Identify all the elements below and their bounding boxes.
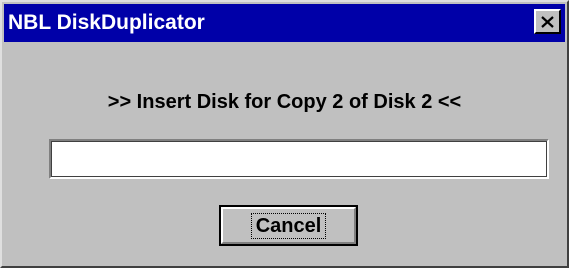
cancel-button-face: Cancel (221, 207, 356, 244)
dialog-window: NBL DiskDuplicator >> Insert Disk for Co… (0, 0, 569, 268)
disk-input-field[interactable] (49, 139, 549, 179)
cancel-button-label: Cancel (250, 212, 327, 239)
cancel-button[interactable]: Cancel (219, 205, 358, 246)
title-bar[interactable]: NBL DiskDuplicator (4, 4, 565, 42)
window-title: NBL DiskDuplicator (8, 11, 205, 34)
close-icon (541, 15, 554, 28)
insert-disk-prompt: >> Insert Disk for Copy 2 of Disk 2 << (107, 91, 462, 113)
close-button[interactable] (534, 9, 561, 34)
